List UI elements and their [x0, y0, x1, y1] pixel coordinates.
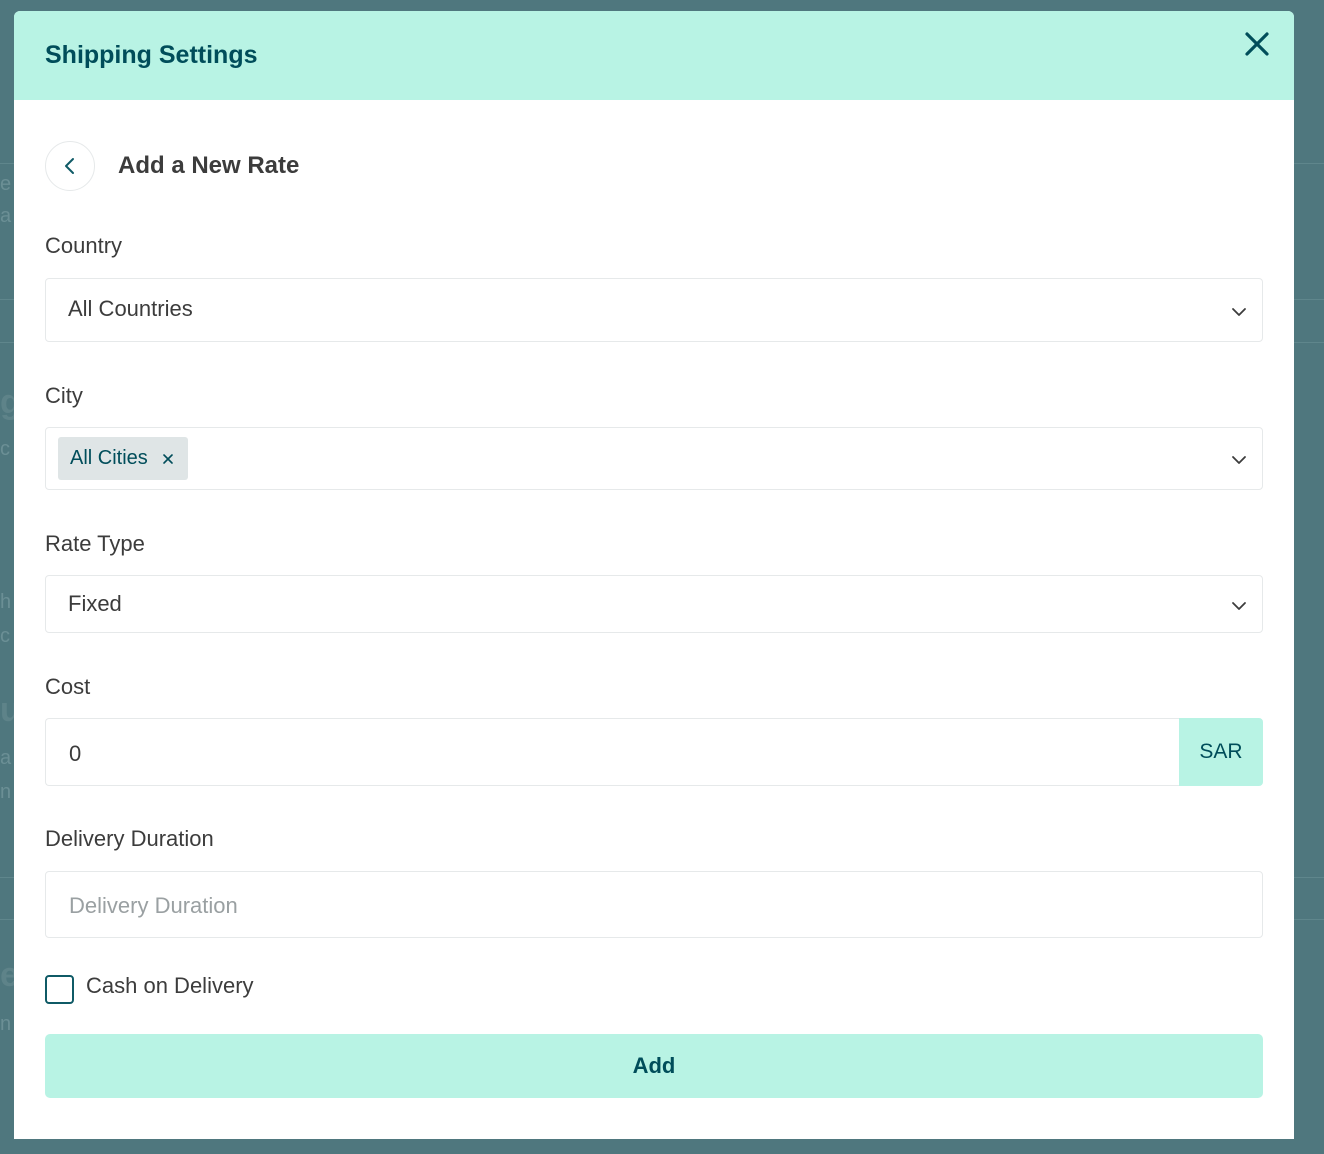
currency-addon: SAR [1179, 718, 1263, 786]
background-text-fragment: n [0, 781, 12, 803]
background-text-fragment: a [0, 747, 12, 769]
background-text-fragment: h [0, 591, 12, 613]
background-divider [0, 877, 14, 878]
delivery-duration-input[interactable]: Delivery Duration [45, 871, 1263, 938]
chevron-down-icon [1232, 308, 1246, 316]
back-button[interactable] [45, 141, 95, 191]
city-chip: All Cities [58, 437, 188, 480]
cost-label: Cost [45, 674, 91, 699]
background-divider [1294, 342, 1324, 343]
city-chip-label: All Cities [70, 447, 148, 469]
country-select-value: All Countries [68, 296, 193, 321]
background-text-fragment: n [0, 1013, 12, 1035]
background-text-fragment: u [0, 691, 14, 729]
background-divider [0, 919, 14, 920]
cash-on-delivery-checkbox[interactable] [45, 975, 74, 1004]
rate-type-select[interactable]: Fixed [45, 575, 1263, 633]
chevron-down-icon [1232, 456, 1246, 464]
chevron-down-icon [1232, 602, 1246, 610]
shipping-settings-modal: Shipping Settings Add a New Rate Country… [14, 11, 1294, 1139]
modal-title: Shipping Settings [45, 41, 258, 69]
cost-input[interactable]: 0 [45, 718, 1179, 786]
chevron-left-icon [65, 158, 74, 174]
background-divider [1294, 299, 1324, 300]
background-divider [0, 342, 14, 343]
background-divider [1294, 877, 1324, 878]
rate-type-label: Rate Type [45, 531, 145, 556]
add-button[interactable]: Add [45, 1034, 1263, 1098]
background-text-fragment: g [0, 383, 14, 421]
background-divider [0, 299, 14, 300]
background-text-fragment: e [0, 173, 12, 195]
modal-header: Shipping Settings [14, 11, 1294, 100]
background-text-fragment: a [0, 205, 12, 227]
background-text-fragment: c [0, 438, 10, 460]
city-label: City [45, 383, 83, 408]
cost-input-value: 0 [69, 741, 82, 766]
delivery-duration-placeholder: Delivery Duration [69, 893, 238, 918]
rate-type-select-value: Fixed [68, 591, 122, 616]
remove-chip-icon[interactable] [162, 453, 174, 465]
city-multiselect[interactable]: All Cities [45, 427, 1263, 490]
country-select[interactable]: All Countries [45, 278, 1263, 342]
subheader: Add a New Rate [45, 140, 299, 192]
background-text-fragment: e [0, 956, 14, 994]
background-divider [1294, 919, 1324, 920]
delivery-duration-label: Delivery Duration [45, 826, 214, 851]
background-text-fragment: c [0, 625, 10, 647]
cash-on-delivery-label[interactable]: Cash on Delivery [86, 973, 254, 999]
background-divider [1294, 163, 1324, 164]
page-title: Add a New Rate [118, 152, 300, 179]
close-button[interactable] [1242, 29, 1272, 59]
close-icon [1245, 32, 1269, 56]
background-divider [0, 163, 14, 164]
country-label: Country [45, 233, 123, 258]
